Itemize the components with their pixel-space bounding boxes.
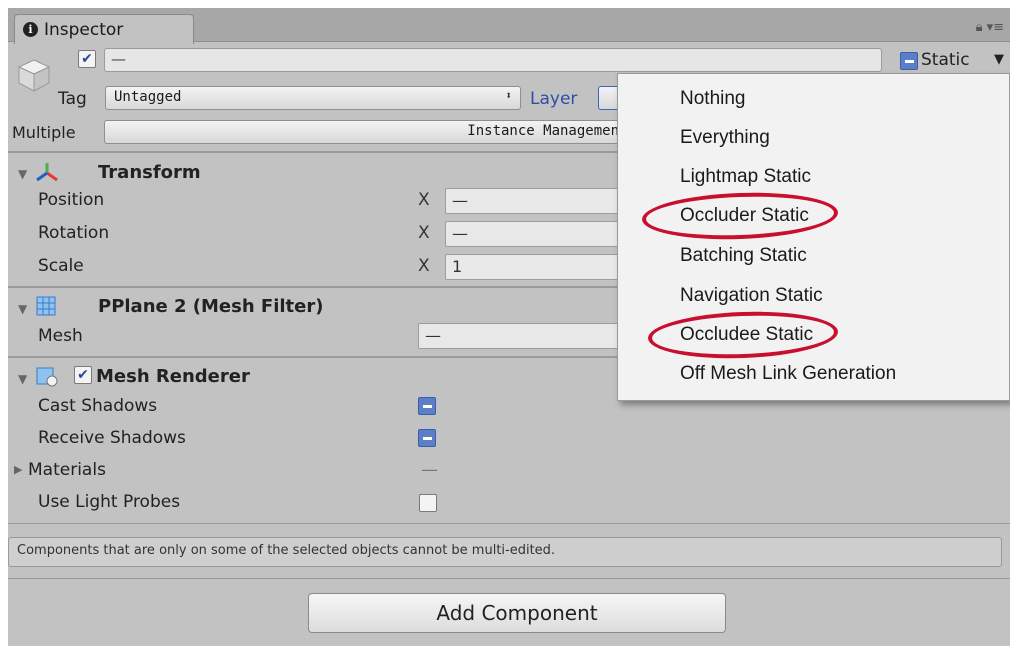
position-x-label[interactable]: X	[418, 190, 430, 210]
foldout-arrow-icon[interactable]: ▼	[18, 167, 27, 181]
tag-label: Tag	[58, 89, 87, 109]
add-component-button[interactable]: Add Component	[308, 593, 726, 633]
use-light-probes-label: Use Light Probes	[38, 492, 181, 512]
materials-label[interactable]: Materials	[28, 460, 106, 480]
materials-foldout-icon[interactable]: ▶	[14, 463, 22, 476]
separator	[8, 523, 1010, 524]
menu-item-navigation-static[interactable]: Navigation Static	[680, 285, 823, 307]
prefab-dropdown[interactable]: Instance Managemen	[104, 120, 634, 144]
static-flags-menu: Nothing Everything Lightmap Static Occlu…	[617, 73, 1010, 401]
cast-shadows-label: Cast Shadows	[38, 396, 158, 416]
lock-icon[interactable]: 🔒︎	[976, 20, 983, 35]
menu-item-everything[interactable]: Everything	[680, 127, 770, 149]
rotation-x-label[interactable]: X	[418, 223, 430, 243]
highlight-circle-occluder	[641, 189, 839, 243]
menu-item-lightmap-static[interactable]: Lightmap Static	[680, 166, 811, 188]
multi-edit-message: Components that are only on some of the …	[8, 537, 1002, 567]
gameobject-cube-icon	[17, 59, 51, 92]
menu-item-nothing[interactable]: Nothing	[680, 88, 746, 110]
scale-x-label[interactable]: X	[418, 256, 430, 276]
position-x-field[interactable]: —	[445, 188, 625, 214]
highlight-circle-occludee	[647, 308, 839, 362]
menu-item-off-mesh-link-generation[interactable]: Off Mesh Link Generation	[680, 363, 896, 385]
mesh-renderer-enabled-checkbox[interactable]	[74, 366, 92, 384]
rotation-label: Rotation	[38, 223, 110, 243]
receive-shadows-label: Receive Shadows	[38, 428, 186, 448]
foldout-arrow-icon[interactable]: ▼	[18, 302, 27, 316]
rotation-x-field[interactable]: —	[445, 221, 625, 247]
cast-shadows-checkbox[interactable]	[418, 397, 436, 415]
foldout-arrow-icon[interactable]: ▼	[18, 372, 27, 386]
scale-x-field[interactable]: 1	[445, 254, 625, 280]
transform-title: Transform	[98, 162, 201, 183]
mesh-label: Mesh	[38, 326, 83, 346]
tab-inspector[interactable]: i Inspector	[14, 14, 194, 44]
tab-label: Inspector	[44, 19, 124, 40]
dropdown-arrow-icon: ⬍	[505, 89, 512, 102]
mesh-filter-title: PPlane 2 (Mesh Filter)	[98, 296, 324, 317]
static-dropdown-arrow-icon[interactable]: ▼	[994, 52, 1004, 67]
tag-dropdown[interactable]: Untagged ⬍	[105, 86, 521, 110]
multiple-value: Instance Managemen	[467, 123, 619, 139]
mesh-field[interactable]: —	[418, 323, 625, 349]
info-icon: i	[23, 22, 38, 37]
active-checkbox[interactable]	[78, 50, 96, 68]
separator	[8, 578, 1010, 579]
use-light-probes-checkbox[interactable]	[419, 494, 437, 512]
tab-tools: 🔒︎ ▾≡	[976, 20, 1004, 35]
mesh-renderer-icon	[36, 367, 58, 387]
receive-shadows-checkbox[interactable]	[418, 429, 436, 447]
menu-icon[interactable]: ▾≡	[987, 20, 1004, 35]
tab-bar: i Inspector 🔒︎ ▾≡	[8, 8, 1010, 44]
static-mixed-checkbox[interactable]	[900, 52, 918, 70]
mesh-filter-icon	[36, 296, 56, 316]
tag-value: Untagged	[114, 89, 182, 105]
menu-item-batching-static[interactable]: Batching Static	[680, 245, 807, 267]
layer-label: Layer	[530, 89, 578, 109]
multiple-label: Multiple	[12, 123, 76, 142]
object-name-field[interactable]: —	[104, 48, 882, 72]
materials-value: —	[421, 460, 438, 480]
static-label[interactable]: Static	[921, 50, 970, 70]
mesh-renderer-title: Mesh Renderer	[96, 366, 250, 387]
transform-icon	[36, 163, 58, 182]
scale-label: Scale	[38, 256, 84, 276]
position-label: Position	[38, 190, 105, 210]
